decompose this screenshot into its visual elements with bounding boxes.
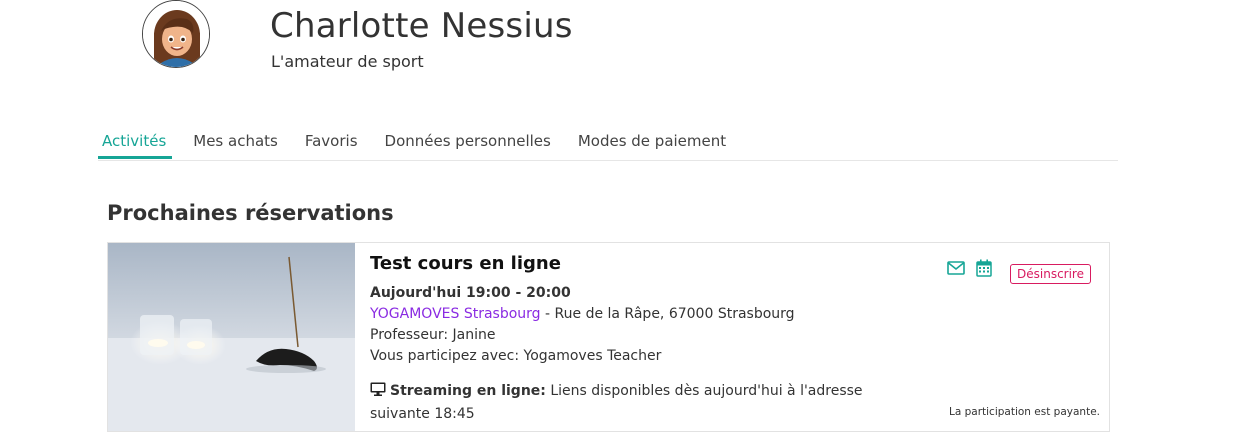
class-teacher: Professeur: Janine bbox=[370, 327, 496, 343]
profile-tabs: Activités Mes achats Favoris Données per… bbox=[98, 128, 1118, 161]
studio-link[interactable]: YOGAMOVES Strasbourg bbox=[370, 306, 541, 322]
calendar-icon[interactable] bbox=[976, 259, 996, 279]
class-time: Aujourd'hui 19:00 - 20:00 bbox=[370, 285, 571, 301]
user-name: Charlotte Nessius bbox=[270, 6, 573, 46]
envelope-icon[interactable] bbox=[947, 260, 967, 280]
booking-card: Test cours en ligne Aujourd'hui 19:00 - … bbox=[107, 242, 1110, 432]
class-participants: Vous participez avec: Yogamoves Teacher bbox=[370, 348, 662, 364]
tab-modes-de-paiement[interactable]: Modes de paiement bbox=[578, 128, 726, 160]
payment-note: La participation est payante. bbox=[948, 406, 1100, 418]
monitor-icon bbox=[370, 382, 386, 404]
tab-donnees-personnelles[interactable]: Données personnelles bbox=[385, 128, 551, 160]
streaming-info: Streaming en ligne: Liens disponibles dè… bbox=[370, 381, 870, 425]
class-image bbox=[108, 243, 355, 431]
user-subtitle: L'amateur de sport bbox=[271, 52, 424, 71]
tab-favoris[interactable]: Favoris bbox=[305, 128, 358, 160]
studio-address: - Rue de la Râpe, 67000 Strasbourg bbox=[540, 306, 795, 322]
streaming-label: Streaming en ligne: bbox=[390, 383, 546, 399]
tab-activites[interactable]: Activités bbox=[98, 128, 173, 159]
unsubscribe-button[interactable]: Désinscrire bbox=[1010, 264, 1091, 284]
profile-avatar bbox=[142, 0, 210, 68]
tab-mes-achats[interactable]: Mes achats bbox=[193, 128, 278, 160]
class-location: YOGAMOVES Strasbourg - Rue de la Râpe, 6… bbox=[370, 306, 795, 322]
section-title: Prochaines réservations bbox=[107, 201, 394, 225]
class-title: Test cours en ligne bbox=[370, 253, 561, 274]
